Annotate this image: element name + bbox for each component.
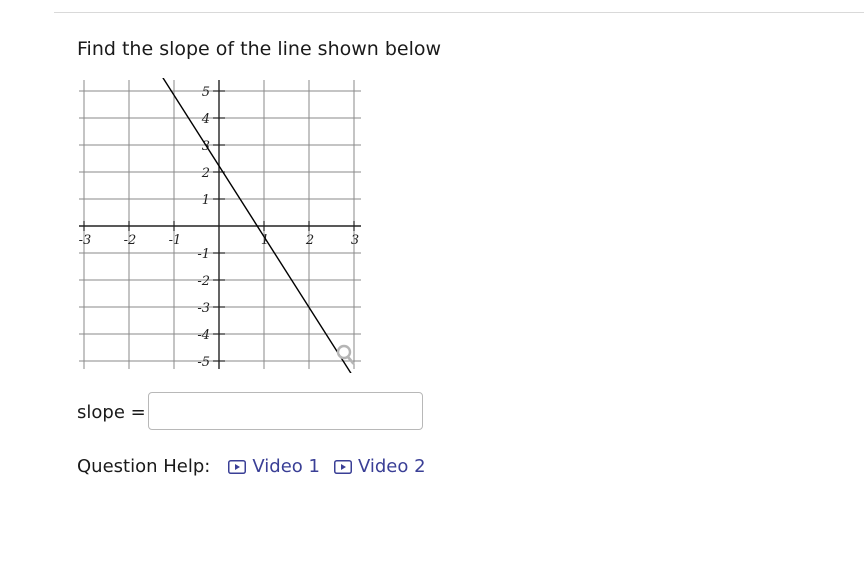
magnifier-icon[interactable] <box>336 344 355 365</box>
y-tick-label: -5 <box>197 355 210 370</box>
question-help: Question Help: Video 1 Video 2 <box>77 455 440 479</box>
x-tick-label: -1 <box>169 233 182 248</box>
play-video-icon <box>228 460 247 474</box>
y-tick-label: -1 <box>197 247 210 262</box>
y-tick-label: 4 <box>201 112 210 127</box>
video-1-link[interactable]: Video 1 <box>228 455 320 479</box>
y-tick-label: -2 <box>197 274 210 289</box>
video-2-label: Video 2 <box>357 456 426 477</box>
y-tick-label: -3 <box>197 301 210 316</box>
coordinate-graph: -3-2-1123 54321-1-2-3-4-5 <box>77 78 367 373</box>
x-tick-label: 3 <box>351 233 359 248</box>
y-tick-label: -4 <box>197 328 210 343</box>
x-tick-label: -3 <box>79 233 92 248</box>
video-2-link[interactable]: Video 2 <box>333 455 426 479</box>
graph-svg: -3-2-1123 54321-1-2-3-4-5 <box>79 78 361 373</box>
x-tick-label: 2 <box>305 233 314 248</box>
magnifier-handle <box>346 355 355 365</box>
answer-row: slope = <box>77 392 423 434</box>
question-help-label: Question Help: <box>77 456 211 477</box>
x-tick-label: 1 <box>261 233 269 248</box>
y-tick-label: 5 <box>202 85 210 100</box>
grid <box>79 80 361 369</box>
video-1-label: Video 1 <box>252 456 320 477</box>
y-tick-label: 1 <box>202 193 210 208</box>
question-title: Find the slope of the line shown below <box>77 38 442 60</box>
y-axis-tick-labels: 54321-1-2-3-4-5 <box>197 85 210 370</box>
slope-label: slope = <box>77 402 146 423</box>
axes <box>79 80 361 369</box>
top-divider <box>54 12 864 13</box>
play-video-icon <box>333 460 352 474</box>
y-tick-label: 2 <box>201 166 210 181</box>
x-tick-label: -2 <box>124 233 137 248</box>
slope-input[interactable] <box>148 392 423 430</box>
